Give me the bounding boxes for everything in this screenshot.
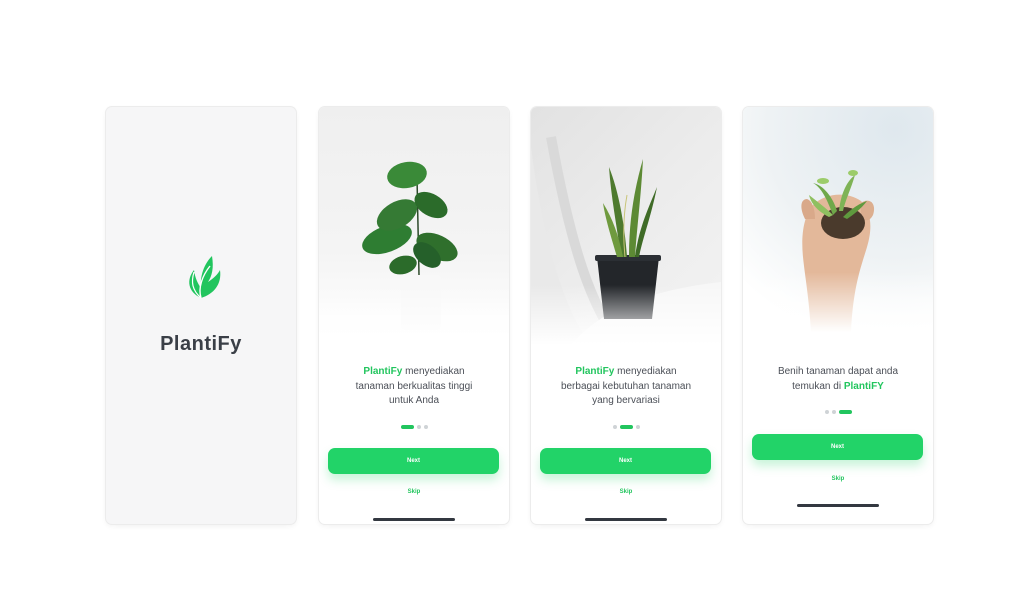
page-indicator [319, 425, 509, 429]
page-dot [423, 425, 428, 429]
onboarding-screen-1: PlantiFy menyediakan tanaman berkualitas… [319, 107, 509, 524]
page-dot [612, 425, 617, 429]
app-name: PlantiFy [160, 333, 242, 355]
onboarding-copy: PlantiFy menyediakan tanaman berkualitas… [355, 366, 473, 406]
leaf-logo-icon [189, 256, 221, 299]
brand-highlight: PlantiFy [363, 366, 403, 377]
splash-screen: PlantiFy [106, 107, 296, 524]
page-dot-active [400, 425, 414, 429]
page-indicator [743, 410, 933, 414]
page-dot [831, 410, 836, 414]
brand-highlight: PlantiFy [575, 366, 615, 377]
page-dot-active [838, 410, 852, 414]
skip-button[interactable]: Skip [531, 489, 721, 495]
home-indicator [373, 518, 455, 521]
skip-button[interactable]: Skip [319, 489, 509, 495]
onboarding-screen-3: Benih tanaman dapat anda temukan di Plan… [743, 107, 933, 524]
page-dot [635, 425, 640, 429]
next-button[interactable]: Next [328, 448, 499, 474]
onboarding-screen-2: PlantiFy menyediakan berbagai kebutuhan … [531, 107, 721, 524]
onboarding-copy: PlantiFy menyediakan berbagai kebutuhan … [560, 366, 692, 406]
brand-highlight: PlantiFY [843, 380, 884, 392]
page-dot-active [619, 425, 633, 429]
next-button[interactable]: Next [540, 448, 711, 474]
page-indicator [531, 425, 721, 429]
home-indicator [585, 518, 667, 521]
skip-button[interactable]: Skip [743, 476, 933, 482]
hero-image [319, 107, 509, 345]
hero-image [743, 107, 933, 332]
page-dot [416, 425, 421, 429]
page-dot [824, 410, 829, 414]
onboarding-copy: Benih tanaman dapat anda temukan di Plan… [777, 366, 899, 392]
hero-image [531, 107, 721, 345]
home-indicator [797, 504, 879, 507]
onboarding-showcase: PlantiFy PlantiFy menyediakan tanaman be… [0, 0, 1036, 615]
next-button[interactable]: Next [752, 434, 923, 460]
